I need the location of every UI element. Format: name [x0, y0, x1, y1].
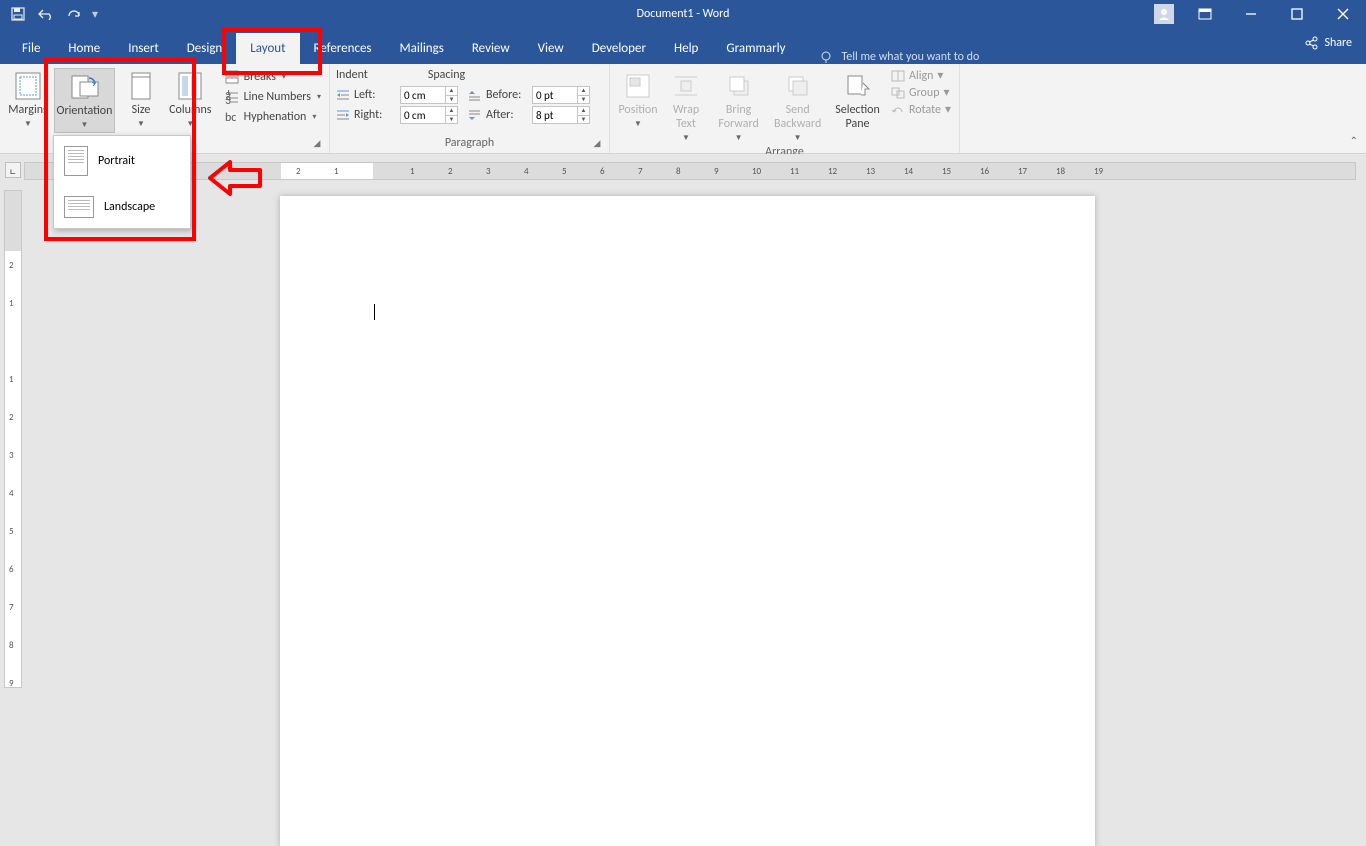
spacing-before-input[interactable]: ▲▼ — [532, 86, 590, 104]
close-button[interactable] — [1320, 0, 1366, 28]
orientation-landscape[interactable]: Landscape — [54, 186, 190, 228]
undo-button[interactable] — [34, 3, 58, 25]
send-backward-icon — [782, 70, 814, 102]
wrap-text-icon — [670, 70, 702, 102]
window-controls — [1146, 0, 1366, 28]
indent-right-icon — [336, 109, 350, 121]
orientation-menu: Portrait Landscape — [53, 135, 191, 229]
quick-access-toolbar: ▾ — [0, 3, 100, 25]
wrap-text-button: Wrap Text▼ — [664, 68, 708, 145]
tab-file[interactable]: File — [8, 33, 54, 64]
title-bar: ▾ Document1 - Word — [0, 0, 1366, 28]
ribbon: Margins▼ Orientation▼ Size▼ Columns▼ — [0, 64, 1366, 154]
tab-design[interactable]: Design — [173, 33, 236, 64]
svg-text:bc: bc — [225, 111, 236, 124]
position-button: Position▼ — [616, 68, 660, 131]
rotate-icon — [891, 104, 905, 116]
size-button[interactable]: Size▼ — [119, 68, 163, 131]
ribbon-tabs: File Home Insert Design Layout Reference… — [0, 28, 1366, 64]
margins-button[interactable]: Margins▼ — [6, 68, 50, 131]
indent-right-input[interactable]: ▲▼ — [400, 106, 458, 124]
orientation-icon — [68, 71, 100, 103]
redo-button[interactable] — [62, 3, 86, 25]
ribbon-display-button[interactable] — [1182, 0, 1228, 28]
tab-insert[interactable]: Insert — [114, 33, 173, 64]
group-paragraph: Indent Spacing Left: ▲▼ Right: ▲▼ — [330, 64, 610, 153]
align-button: Align▾ — [889, 68, 953, 83]
tab-mailings[interactable]: Mailings — [386, 33, 458, 64]
save-button[interactable] — [6, 3, 30, 25]
page-setup-launcher[interactable]: ◢ — [311, 138, 323, 150]
account-button[interactable] — [1146, 0, 1182, 28]
tab-view[interactable]: View — [524, 33, 578, 64]
lightbulb-icon — [819, 50, 833, 64]
share-icon — [1304, 36, 1318, 50]
share-button[interactable]: Share — [1304, 36, 1352, 50]
columns-button[interactable]: Columns▼ — [167, 68, 214, 131]
orientation-portrait[interactable]: Portrait — [54, 136, 190, 186]
breaks-button[interactable]: Breaks▾ — [222, 68, 323, 86]
tab-review[interactable]: Review — [458, 33, 524, 64]
tab-stop-selector[interactable]: ∟ — [5, 162, 21, 178]
group-arrange: Position▼ Wrap Text▼ Bring Forward▼ Send… — [610, 64, 960, 153]
tab-references[interactable]: References — [300, 33, 386, 64]
spacing-after-input[interactable]: ▲▼ — [532, 106, 590, 124]
paragraph-launcher[interactable]: ◢ — [591, 138, 603, 150]
hyphenation-button[interactable]: bc Hyphenation▾ — [222, 108, 323, 126]
selection-pane-icon — [842, 70, 874, 102]
portrait-icon — [64, 146, 88, 176]
position-icon — [622, 70, 654, 102]
line-numbers-button[interactable]: 123 Line Numbers▾ — [222, 88, 323, 106]
window-title: Document1 - Word — [637, 7, 730, 21]
tab-home[interactable]: Home — [54, 33, 114, 64]
size-icon — [125, 70, 157, 102]
spacing-before-icon — [468, 89, 482, 101]
document-page[interactable] — [280, 196, 1095, 846]
orientation-button[interactable]: Orientation▼ — [54, 68, 115, 133]
indent-left-icon — [336, 89, 350, 101]
margins-icon — [12, 70, 44, 102]
maximize-button[interactable] — [1274, 0, 1320, 28]
hyphenation-icon: bc — [224, 109, 240, 125]
align-icon — [891, 70, 905, 82]
document-area: ∟ 1234567891011121314151617181912 123456… — [0, 154, 1366, 688]
tell-me-search[interactable]: Tell me what you want to do — [819, 50, 979, 64]
tab-layout[interactable]: Layout — [236, 33, 299, 64]
bring-forward-button: Bring Forward▼ — [712, 68, 765, 145]
group-icon — [891, 87, 905, 99]
columns-icon — [174, 70, 206, 102]
vertical-ruler[interactable]: 1234567891012 — [4, 190, 22, 688]
line-numbers-icon: 123 — [224, 89, 240, 105]
horizontal-ruler[interactable]: 1234567891011121314151617181912 — [24, 162, 1356, 180]
breaks-icon — [224, 69, 240, 85]
indent-left-input[interactable]: ▲▼ — [400, 86, 458, 104]
spacing-after-icon — [468, 109, 482, 121]
collapse-ribbon-button[interactable]: ⌃ — [1350, 134, 1358, 147]
text-cursor — [374, 304, 375, 320]
user-icon — [1154, 4, 1174, 24]
bring-forward-icon — [723, 70, 755, 102]
tab-developer[interactable]: Developer — [578, 33, 660, 64]
landscape-icon — [64, 196, 94, 218]
qat-customize[interactable]: ▾ — [90, 7, 100, 22]
group-button: Group▾ — [889, 85, 953, 100]
send-backward-button: Send Backward▼ — [769, 68, 826, 145]
tab-help[interactable]: Help — [660, 33, 712, 64]
selection-pane-button[interactable]: Selection Pane — [830, 68, 885, 134]
tab-grammarly[interactable]: Grammarly — [712, 33, 799, 64]
minimize-button[interactable] — [1228, 0, 1274, 28]
rotate-button: Rotate▾ — [889, 102, 953, 117]
